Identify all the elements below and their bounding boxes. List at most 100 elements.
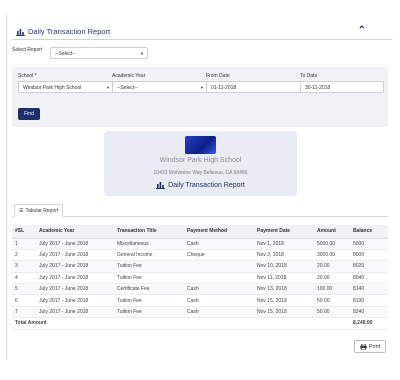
cell-balance: 8240 — [350, 306, 388, 319]
school-info-card: Windsor Park High School 10433 Wolverine… — [104, 131, 297, 196]
cell-sl: 1 — [12, 238, 36, 250]
cell-transaction-title: Tuition Fee — [114, 260, 184, 273]
print-button[interactable]: Print — [354, 340, 386, 353]
page-title-text: Daily Transaction Report — [28, 27, 111, 36]
cell-academic-year: July 2017 - June 2018 — [36, 294, 114, 307]
cell-payment-date: Nov 1, 2018 — [254, 238, 314, 250]
cell-academic-year: July 2017 - June 2018 — [36, 238, 114, 250]
table-row: 2 July 2017 - June 2018 General Income C… — [12, 249, 388, 262]
table-row: 3 July 2017 - June 2018 Tuition Fee Nov … — [12, 260, 388, 273]
cell-amount: 50.00 — [314, 294, 350, 307]
caret-down-icon: ▼ — [140, 51, 144, 56]
page-left-border — [6, 14, 7, 360]
bar-chart-icon — [16, 28, 25, 36]
from-date-input[interactable]: 01-11-2018 — [206, 81, 302, 93]
cell-payment-date: Nov 15, 2018 — [254, 306, 314, 319]
cell-balance: 8190 — [350, 294, 388, 307]
cell-amount: 20.00 — [314, 272, 350, 285]
find-button[interactable]: Find — [18, 108, 40, 120]
cell-payment-method: Cash — [184, 294, 254, 307]
school-name: Windsor Park High School — [159, 157, 242, 164]
school-label: School * — [18, 73, 37, 79]
cell-payment-date: Nov 15, 2018 — [254, 294, 314, 307]
academic-year-label: Academic Year — [112, 73, 146, 79]
caret-down-icon: ▼ — [200, 85, 204, 90]
cell-transaction-title: General Income — [114, 249, 184, 262]
printer-icon — [360, 343, 367, 350]
tab-tabular-report[interactable]: ☰ Tabular Report — [14, 204, 64, 217]
col-header-sl[interactable]: #SL — [12, 225, 36, 239]
academic-year-select[interactable]: --Select-- ▼ — [112, 81, 208, 93]
total-label: Total Amount — [12, 317, 350, 330]
table-row: 4 July 2017 - June 2018 Tuition Fee Nov … — [12, 272, 388, 285]
cell-balance: 8140 — [350, 283, 388, 296]
table-row: 1 July 2017 - June 2018 Miscellaneous Ca… — [12, 238, 388, 250]
list-icon: ☰ — [19, 207, 24, 214]
cell-amount: 20.00 — [314, 260, 350, 273]
cell-transaction-title: Tuition Fee — [114, 294, 184, 307]
cell-payment-method: Cash — [184, 283, 254, 296]
cell-academic-year: July 2017 - June 2018 — [36, 306, 114, 319]
cell-payment-method — [184, 272, 254, 285]
col-header-payment-method[interactable]: Payment Method — [184, 225, 254, 239]
cell-payment-date: Nov 11, 2018 — [254, 272, 314, 285]
cell-sl: 6 — [12, 294, 36, 307]
cell-payment-method — [184, 260, 254, 273]
tab-label: Tabular Report — [25, 207, 59, 214]
cell-sl: 7 — [12, 306, 36, 319]
cell-payment-method: Cash — [184, 238, 254, 250]
total-row: Total Amount 8,240.00 — [12, 317, 388, 330]
tab-bar: ☰ Tabular Report — [12, 204, 388, 217]
cell-amount: 100.00 — [314, 283, 350, 296]
cell-transaction-title: Miscellaneous — [114, 238, 184, 250]
page-title: Daily Transaction Report — [16, 27, 110, 36]
select-report-dropdown[interactable]: --Select-- ▼ — [50, 47, 148, 59]
to-date-label: To Date — [300, 73, 318, 79]
col-header-balance[interactable]: Balance — [350, 225, 388, 239]
school-select-value: Windsor Park High School — [23, 85, 82, 91]
cell-payment-method: Cheque — [184, 249, 254, 262]
chevron-up-icon[interactable]: ⌃ — [358, 25, 366, 36]
cell-academic-year: July 2017 - June 2018 — [36, 260, 114, 273]
report-title-text: Daily Transaction Report — [168, 181, 245, 189]
cell-sl: 3 — [12, 260, 36, 273]
cell-transaction-title: Tuition Fee — [114, 306, 184, 319]
table-header-row: #SL Academic Year Transaction Title Paym… — [12, 225, 388, 239]
cell-payment-date: Nov 13, 2018 — [254, 283, 314, 296]
caret-down-icon: ▼ — [106, 85, 110, 90]
table-row: 7 July 2017 - June 2018 Tuition Fee Cash… — [12, 306, 388, 319]
to-date-input[interactable]: 30-11-2018 — [300, 81, 384, 93]
cell-sl: 5 — [12, 283, 36, 296]
cell-amount: 3000.00 — [314, 249, 350, 262]
cell-sl: 2 — [12, 249, 36, 262]
select-report-label: Select Report — [12, 47, 43, 53]
cell-payment-date: Nov 2, 2018 — [254, 249, 314, 262]
col-header-amount[interactable]: Amount — [314, 225, 350, 239]
cell-payment-method: Cash — [184, 306, 254, 319]
from-date-label: From Date — [206, 73, 230, 79]
table-row: 5 July 2017 - June 2018 Certificate Fee … — [12, 283, 388, 296]
panel-header: Daily Transaction Report ⌃ — [12, 24, 392, 40]
col-header-academic-year[interactable]: Academic Year — [36, 225, 114, 239]
cell-amount: 50.00 — [314, 306, 350, 319]
filter-panel: School * Windsor Park High School ▼ Acad… — [12, 67, 388, 127]
school-select[interactable]: Windsor Park High School ▼ — [18, 81, 114, 93]
col-header-transaction-title[interactable]: Transaction Title — [114, 225, 184, 239]
cell-academic-year: July 2017 - June 2018 — [36, 283, 114, 296]
cell-sl: 4 — [12, 272, 36, 285]
print-label: Print — [368, 343, 381, 350]
school-logo — [185, 136, 216, 154]
cell-balance: 8000 — [350, 249, 388, 262]
cell-academic-year: July 2017 - June 2018 — [36, 272, 114, 285]
cell-amount: 5000.00 — [314, 238, 350, 250]
cell-payment-date: Nov 10, 2018 — [254, 260, 314, 273]
cell-balance: 5000 — [350, 238, 388, 250]
table-row: 6 July 2017 - June 2018 Tuition Fee Cash… — [12, 294, 388, 307]
cell-transaction-title: Certificate Fee — [114, 283, 184, 296]
cell-academic-year: July 2017 - June 2018 — [36, 249, 114, 262]
cell-balance: 8040 — [350, 272, 388, 285]
report-title: Daily Transaction Report — [104, 181, 297, 189]
cell-transaction-title: Tuition Fee — [114, 272, 184, 285]
transactions-table: #SL Academic Year Transaction Title Paym… — [12, 225, 388, 330]
col-header-payment-date[interactable]: Payment Date — [254, 225, 314, 239]
